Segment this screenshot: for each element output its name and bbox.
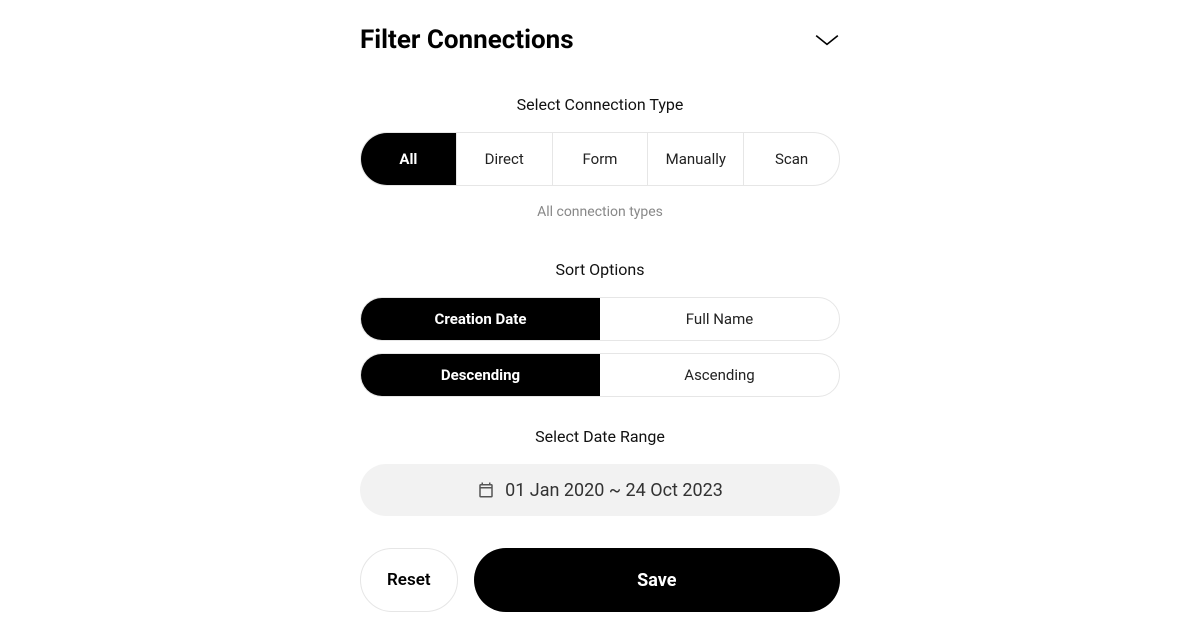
- reset-button[interactable]: Reset: [360, 548, 458, 612]
- connection-type-label: Select Connection Type: [360, 95, 840, 114]
- sort-field-creation-date[interactable]: Creation Date: [361, 298, 600, 340]
- connection-type-tabs: All Direct Form Manually Scan: [360, 132, 840, 186]
- connection-type-hint: All connection types: [360, 204, 840, 220]
- date-range-picker[interactable]: 01 Jan 2020 ~ 24 Oct 2023: [360, 464, 840, 516]
- date-range-label: Select Date Range: [360, 427, 840, 446]
- panel-header: Filter Connections: [360, 25, 840, 55]
- connection-type-scan[interactable]: Scan: [743, 133, 839, 185]
- sort-direction-descending[interactable]: Descending: [361, 354, 600, 396]
- sort-options-label: Sort Options: [360, 260, 840, 279]
- sort-field-full-name[interactable]: Full Name: [600, 298, 839, 340]
- sort-direction-ascending[interactable]: Ascending: [600, 354, 839, 396]
- connection-type-all[interactable]: All: [361, 133, 456, 185]
- filter-panel: Filter Connections Select Connection Typ…: [360, 25, 840, 630]
- footer-actions: Reset Save: [360, 548, 840, 612]
- chevron-down-icon[interactable]: [814, 33, 840, 47]
- save-button[interactable]: Save: [474, 548, 840, 612]
- connection-type-form[interactable]: Form: [552, 133, 648, 185]
- panel-title: Filter Connections: [360, 25, 574, 55]
- sort-direction-row: Descending Ascending: [360, 353, 840, 397]
- sort-field-row: Creation Date Full Name: [360, 297, 840, 341]
- connection-type-direct[interactable]: Direct: [456, 133, 552, 185]
- calendar-icon: [477, 481, 495, 499]
- connection-type-manually[interactable]: Manually: [647, 133, 743, 185]
- date-range-value: 01 Jan 2020 ~ 24 Oct 2023: [505, 480, 723, 501]
